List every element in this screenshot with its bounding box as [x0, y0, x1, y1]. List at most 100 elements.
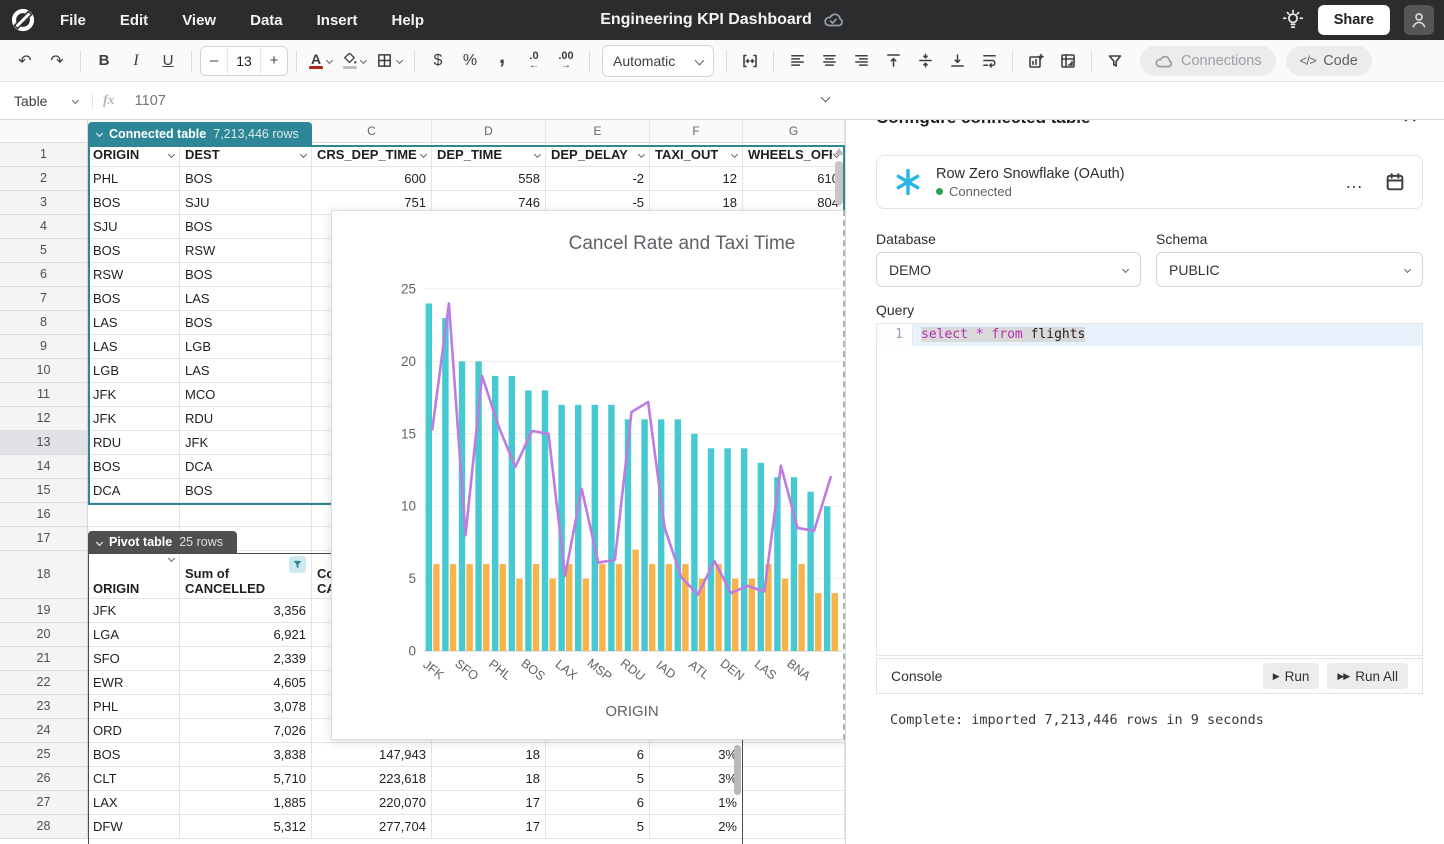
grid-cell[interactable]: JFK [180, 431, 312, 455]
grid-cell[interactable]: RDU [180, 407, 312, 431]
row-header[interactable]: 7 [0, 287, 88, 311]
pivot-cell[interactable]: 2,339 [180, 647, 312, 671]
row-header[interactable]: 4 [0, 215, 88, 239]
row-header[interactable]: 27 [0, 791, 88, 815]
cancel-bar[interactable] [566, 564, 572, 651]
pivot-cell[interactable]: BOS [88, 743, 180, 767]
pivot-cell[interactable]: 6,921 [180, 623, 312, 647]
row-header[interactable]: 23 [0, 695, 88, 719]
user-avatar[interactable] [1404, 5, 1434, 35]
pivot-cell[interactable]: 6 [546, 791, 650, 815]
formula-bar-expand-icon[interactable] [821, 93, 831, 103]
pivot-cell[interactable]: 5 [546, 767, 650, 791]
grid-cell[interactable]: LAS [180, 359, 312, 383]
name-box[interactable]: Table [0, 93, 92, 109]
column-letter[interactable]: D [432, 120, 546, 143]
grid-cell[interactable] [743, 767, 845, 791]
grid-cell[interactable]: LAS [88, 311, 180, 335]
column-header-dep_delay[interactable]: DEP_DELAY [546, 143, 650, 167]
taxi-time-bar[interactable] [724, 448, 730, 651]
cancel-bar[interactable] [749, 579, 755, 651]
pivot-cell[interactable]: 1% [650, 791, 743, 815]
grid-cell[interactable]: JFK [88, 383, 180, 407]
cancel-bar[interactable] [649, 564, 655, 651]
grid-cell[interactable]: PHL [88, 167, 180, 191]
grid-cell[interactable] [743, 815, 845, 839]
cancel-bar[interactable] [583, 579, 589, 651]
grid-cell[interactable] [88, 503, 180, 527]
connected-table-badge[interactable]: Connected table 7,213,446 rows [88, 122, 312, 145]
pivot-cell[interactable]: 147,943 [312, 743, 432, 767]
connection-more-button[interactable]: … [1345, 172, 1364, 193]
grid-cell[interactable]: BOS [180, 215, 312, 239]
column-letter[interactable]: G [743, 120, 845, 143]
pivot-cell[interactable]: LAX [88, 791, 180, 815]
menu-view[interactable]: View [172, 8, 226, 33]
cancel-bar[interactable] [782, 579, 788, 651]
row-header[interactable]: 12 [0, 407, 88, 431]
row-header[interactable]: 21 [0, 647, 88, 671]
row-header[interactable]: 6 [0, 263, 88, 287]
taxi-time-bar[interactable] [426, 303, 432, 651]
currency-format-button[interactable]: $ [423, 46, 453, 76]
bold-button[interactable]: B [89, 46, 119, 76]
row-header[interactable]: 18 [0, 551, 88, 599]
cancel-bar[interactable] [666, 564, 672, 651]
formula-input[interactable]: 1107 [125, 93, 166, 109]
cancel-bar[interactable] [450, 564, 456, 651]
pivot-cell[interactable]: 6 [546, 743, 650, 767]
align-center-button[interactable] [814, 46, 844, 76]
taxi-time-bar[interactable] [675, 419, 681, 651]
fill-color-button[interactable] [338, 46, 370, 76]
cancel-bar[interactable] [682, 564, 688, 651]
menu-edit[interactable]: Edit [110, 8, 158, 33]
insert-pivot-button[interactable] [1053, 46, 1083, 76]
database-select[interactable]: DEMO [876, 252, 1141, 287]
chart[interactable]: Cancel Rate and Taxi Time0510152025JFKSF… [331, 210, 845, 740]
pivot-cell[interactable]: 17 [432, 815, 546, 839]
grid-cell[interactable]: BOS [180, 167, 312, 191]
pivot-cell[interactable]: JFK [88, 599, 180, 623]
pivot-cell[interactable]: 4,605 [180, 671, 312, 695]
cancel-bar[interactable] [549, 579, 555, 651]
row-header[interactable]: 22 [0, 671, 88, 695]
font-size-value[interactable]: 13 [227, 47, 261, 75]
grid-cell[interactable]: 610 [743, 167, 845, 191]
grid-cell[interactable]: -2 [546, 167, 650, 191]
pivot-cell[interactable]: 3,078 [180, 695, 312, 719]
taxi-time-bar[interactable] [525, 390, 531, 651]
pivot-cell[interactable]: 1,885 [180, 791, 312, 815]
row-header[interactable]: 8 [0, 311, 88, 335]
grid-cell[interactable]: BOS [88, 191, 180, 215]
taxi-time-bar[interactable] [658, 419, 664, 651]
column-letter[interactable]: E [546, 120, 650, 143]
grid-cell[interactable]: 558 [432, 167, 546, 191]
pivot-cell[interactable]: 3% [650, 767, 743, 791]
decrease-decimal-button[interactable]: .0← [519, 46, 549, 76]
chevron-down-icon[interactable] [300, 151, 307, 158]
row-header[interactable]: 3 [0, 191, 88, 215]
column-header-dep_time[interactable]: DEP_TIME [432, 143, 546, 167]
number-format-dropdown[interactable]: Automatic [602, 45, 714, 77]
row-header[interactable]: 1 [0, 143, 88, 167]
cancel-bar[interactable] [483, 564, 489, 651]
taxi-time-bar[interactable] [758, 463, 764, 651]
cancel-bar[interactable] [599, 564, 605, 651]
pivot-cell[interactable]: LGA [88, 623, 180, 647]
pivot-cell[interactable]: 3,356 [180, 599, 312, 623]
row-header[interactable]: 20 [0, 623, 88, 647]
grid-cell[interactable]: RDU [88, 431, 180, 455]
pivot-cell[interactable]: 223,618 [312, 767, 432, 791]
menu-help[interactable]: Help [381, 8, 434, 33]
pivot-cell[interactable]: 5,710 [180, 767, 312, 791]
menu-insert[interactable]: Insert [307, 8, 368, 33]
document-title[interactable]: Engineering KPI Dashboard [600, 11, 812, 29]
grid-cell[interactable]: JFK [88, 407, 180, 431]
column-header-origin[interactable]: ORIGIN [88, 143, 180, 167]
grid-cell[interactable]: MCO [180, 383, 312, 407]
pivot-scrollbar-thumb[interactable] [734, 745, 741, 795]
chevron-down-icon[interactable] [168, 151, 175, 158]
schema-select[interactable]: PUBLIC [1156, 252, 1423, 287]
text-wrap-button[interactable] [974, 46, 1004, 76]
insert-chart-button[interactable] [1021, 46, 1051, 76]
